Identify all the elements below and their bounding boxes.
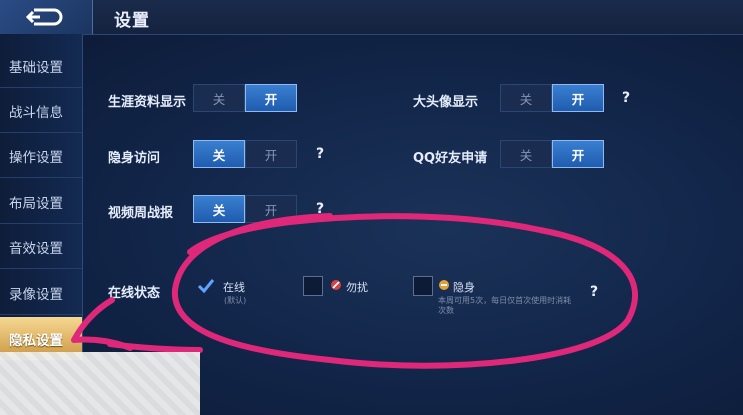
blurred-watermark-area xyxy=(0,352,200,415)
settings-screen: 设置 基础设置 战斗信息 操作设置 布局设置 音效设置 录像设置 隐私设置 生涯… xyxy=(0,0,743,415)
